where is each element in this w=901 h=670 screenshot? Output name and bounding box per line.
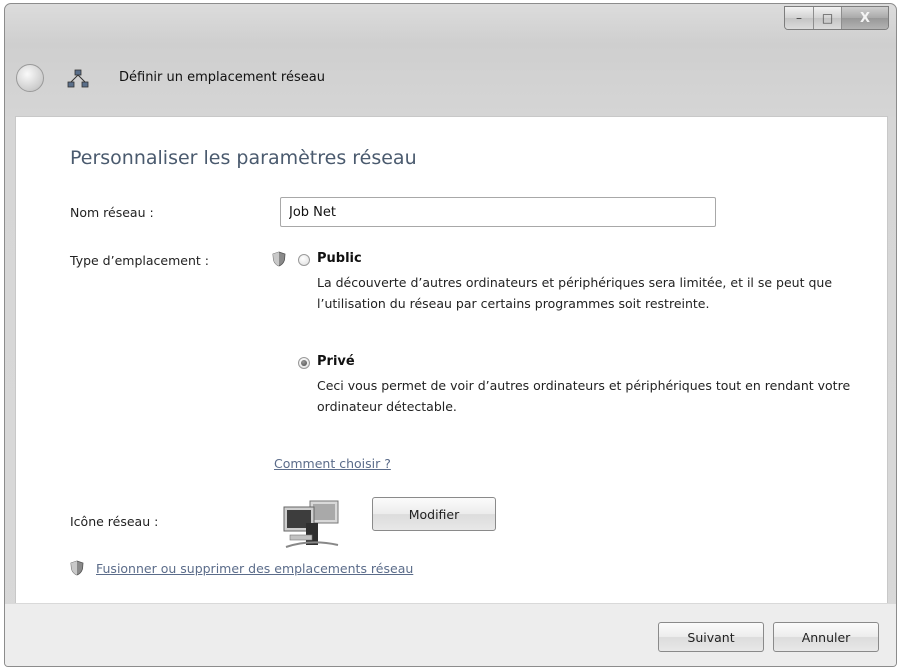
network-icon <box>67 69 89 88</box>
network-name-label: Nom réseau : <box>70 205 154 220</box>
wizard-title: Définir un emplacement réseau <box>119 70 325 85</box>
merge-locations-link[interactable]: Fusionner ou supprimer des emplacements … <box>96 561 413 576</box>
shield-icon <box>70 560 84 576</box>
option-private-title: Privé <box>317 354 355 369</box>
option-private-description: Ceci vous permet de voir d’autres ordina… <box>317 378 851 414</box>
button-bar: Suivant Annuler <box>5 603 896 666</box>
minimize-button[interactable]: – <box>785 7 814 29</box>
back-button[interactable] <box>16 64 44 92</box>
option-public-description: La découverte d’autres ordinateurs et pé… <box>317 275 833 311</box>
maximize-button[interactable]: □ <box>814 7 842 29</box>
window-controls: – □ X <box>784 6 889 30</box>
close-button[interactable]: X <box>842 7 888 29</box>
radio-private[interactable] <box>298 357 310 369</box>
computers-icon <box>283 500 339 548</box>
radio-public[interactable] <box>298 254 310 266</box>
shield-icon <box>272 251 286 267</box>
network-icon-label: Icône réseau : <box>70 514 159 529</box>
next-button[interactable]: Suivant <box>658 622 764 652</box>
page-title: Personnaliser les paramètres réseau <box>70 147 417 169</box>
location-type-label: Type d’emplacement : <box>70 253 209 268</box>
option-public-title: Public <box>317 251 362 266</box>
how-to-choose-link[interactable]: Comment choisir ? <box>274 456 391 471</box>
dialog-window: – □ X Définir un emplacement réseau Pers… <box>4 3 897 667</box>
cancel-button[interactable]: Annuler <box>773 622 879 652</box>
content-panel: Personnaliser les paramètres réseau Nom … <box>15 116 888 604</box>
network-name-input[interactable] <box>280 197 716 227</box>
modify-icon-button[interactable]: Modifier <box>372 497 496 531</box>
